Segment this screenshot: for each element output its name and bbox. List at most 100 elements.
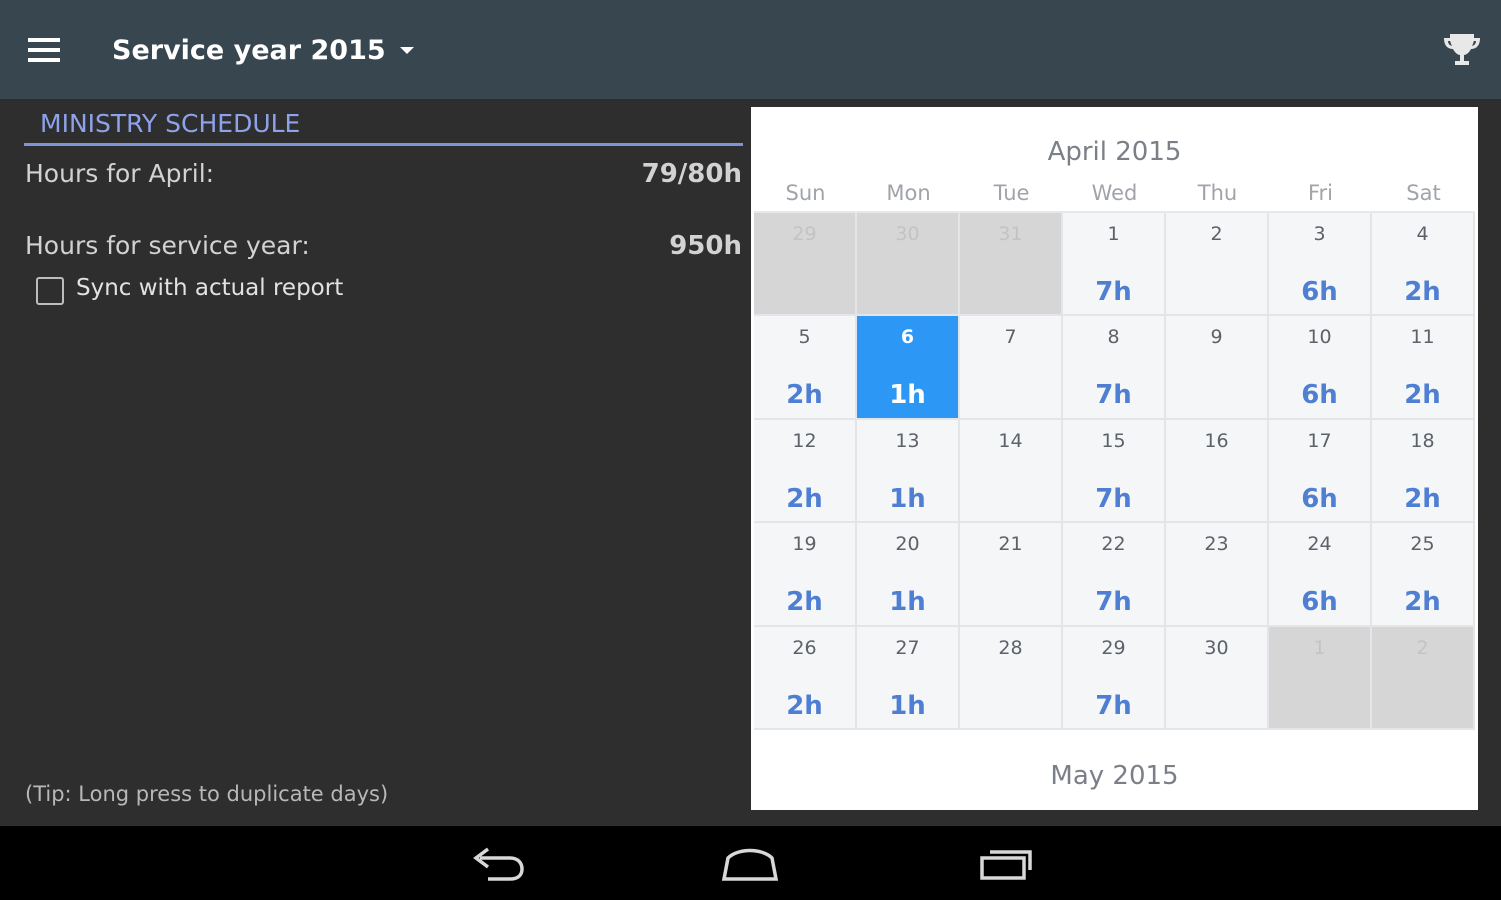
home-icon[interactable]	[718, 844, 782, 884]
calendar-day[interactable]: 23	[1166, 523, 1269, 627]
calendar-day[interactable]: 15 7h	[1063, 419, 1166, 524]
calendar-day[interactable]: 3 6h	[1269, 213, 1372, 317]
day-number: 21	[998, 533, 1023, 556]
calendar-day[interactable]: 21	[960, 523, 1063, 627]
service-year-dropdown[interactable]: Service year 2015	[112, 30, 414, 70]
trophy-icon[interactable]	[1440, 30, 1484, 70]
recent-apps-icon[interactable]	[974, 844, 1038, 884]
day-number: 29	[1101, 636, 1126, 659]
day-number: 26	[792, 636, 817, 659]
calendar-day[interactable]: 5 2h	[754, 316, 857, 420]
day-number: 22	[1101, 533, 1126, 556]
day-hours: 6h	[1301, 483, 1338, 514]
day-number: 29	[792, 223, 817, 245]
calendar-day[interactable]: 30	[1166, 626, 1269, 730]
day-hours: 7h	[1095, 690, 1132, 721]
calendar-day[interactable]: 13 1h	[857, 419, 960, 524]
calendar-day[interactable]: 1	[1269, 626, 1372, 730]
day-hours: 7h	[1095, 380, 1132, 411]
day-hours: 7h	[1095, 587, 1132, 618]
weekday-label: Fri	[1307, 181, 1334, 205]
day-hours: 1h	[889, 483, 926, 514]
calendar-day[interactable]: 17 6h	[1269, 419, 1372, 524]
calendar-day[interactable]: 18 2h	[1372, 419, 1475, 524]
day-hours: 1h	[889, 587, 926, 618]
calendar-view[interactable]: April 2015 Sun Mon Tue Wed Thu Fri Sat 2…	[751, 107, 1478, 810]
app-bar: Service year 2015	[0, 0, 1501, 99]
calendar-day[interactable]: 19 2h	[754, 523, 857, 627]
day-number: 30	[895, 223, 920, 245]
calendar-day[interactable]: 8 7h	[1063, 316, 1166, 420]
day-hours: 2h	[1404, 277, 1441, 307]
calendar-day[interactable]: 12 2h	[754, 419, 857, 524]
schedule-panel: MINISTRY SCHEDULE Hours for April: 79/80…	[0, 99, 750, 826]
calendar-day[interactable]: 22 7h	[1063, 523, 1166, 627]
calendar-day[interactable]: 25 2h	[1372, 523, 1475, 627]
day-hours: 6h	[1301, 277, 1338, 307]
calendar-day[interactable]: 30	[857, 213, 960, 317]
calendar-day[interactable]: 11 2h	[1372, 316, 1475, 420]
weekday-label: Mon	[886, 181, 931, 205]
calendar-day[interactable]: 27 1h	[857, 626, 960, 730]
calendar-day[interactable]: 4 2h	[1372, 213, 1475, 317]
day-number: 6	[900, 326, 915, 349]
day-hours: 7h	[1095, 277, 1132, 307]
day-hours: 2h	[1404, 380, 1441, 411]
day-number: 1	[1313, 636, 1326, 659]
next-month-weekday-header	[754, 805, 1475, 810]
month-hours-value: 79/80h	[641, 159, 742, 189]
day-number: 28	[998, 636, 1023, 659]
tip-text: (Tip: Long press to duplicate days)	[25, 782, 389, 806]
day-number: 31	[998, 223, 1023, 245]
day-number: 23	[1204, 533, 1229, 556]
calendar-day[interactable]: 7	[960, 316, 1063, 420]
calendar-day[interactable]: 9	[1166, 316, 1269, 420]
day-number: 2	[1416, 636, 1429, 659]
weekday-header: Sun Mon Tue Wed Thu Fri Sat	[754, 181, 1475, 209]
calendar-day[interactable]: 1 7h	[1063, 213, 1166, 317]
back-icon[interactable]	[466, 844, 530, 884]
calendar-day[interactable]: 14	[960, 419, 1063, 524]
day-number: 2	[1210, 223, 1223, 245]
calendar-day-selected[interactable]: 6 1h	[857, 316, 960, 420]
day-hours: 6h	[1301, 587, 1338, 618]
chevron-down-icon	[399, 46, 414, 54]
day-number: 20	[895, 533, 920, 556]
day-hours: 2h	[1404, 483, 1441, 514]
day-number: 12	[792, 429, 817, 452]
next-month-title: May 2015	[1050, 761, 1179, 791]
calendar-day[interactable]: 28	[960, 626, 1063, 730]
weekday-label: Wed	[1091, 181, 1138, 205]
weekday-label: Thu	[1197, 181, 1238, 205]
day-number: 19	[792, 533, 817, 556]
day-number: 5	[798, 326, 811, 349]
day-number: 25	[1410, 533, 1435, 556]
calendar-day[interactable]: 20 1h	[857, 523, 960, 627]
month-hours-label: Hours for April:	[25, 159, 215, 188]
day-number: 17	[1307, 429, 1332, 452]
calendar-day[interactable]: 26 2h	[754, 626, 857, 730]
day-number: 30	[1204, 636, 1229, 659]
day-hours: 2h	[786, 380, 823, 411]
calendar-day[interactable]: 29	[754, 213, 857, 317]
calendar-day[interactable]: 10 6h	[1269, 316, 1372, 420]
hamburger-menu-icon[interactable]	[28, 38, 62, 62]
calendar-day[interactable]: 31	[960, 213, 1063, 317]
day-number: 7	[1004, 326, 1017, 349]
calendar-grid: 29 30 31 1 7h 2 3 6h 4 2h 5 2h 6 1h 7 8 7h 9 10 6h 11 2h 12 2h 1…	[754, 211, 1475, 730]
sync-checkbox[interactable]	[36, 277, 64, 305]
app-title: Service year 2015	[112, 34, 386, 66]
calendar-day[interactable]: 2	[1372, 626, 1475, 730]
calendar-day[interactable]: 29 7h	[1063, 626, 1166, 730]
sync-checkbox-label[interactable]: Sync with actual report	[76, 275, 343, 301]
day-number: 13	[895, 429, 920, 452]
month-title: April 2015	[1047, 137, 1182, 167]
section-title: MINISTRY SCHEDULE	[40, 109, 301, 138]
calendar-day[interactable]: 16	[1166, 419, 1269, 524]
day-number: 10	[1307, 326, 1332, 349]
section-divider	[24, 143, 743, 146]
year-hours-value: 950h	[669, 231, 742, 261]
day-number: 15	[1101, 429, 1126, 452]
calendar-day[interactable]: 24 6h	[1269, 523, 1372, 627]
calendar-day[interactable]: 2	[1166, 213, 1269, 317]
